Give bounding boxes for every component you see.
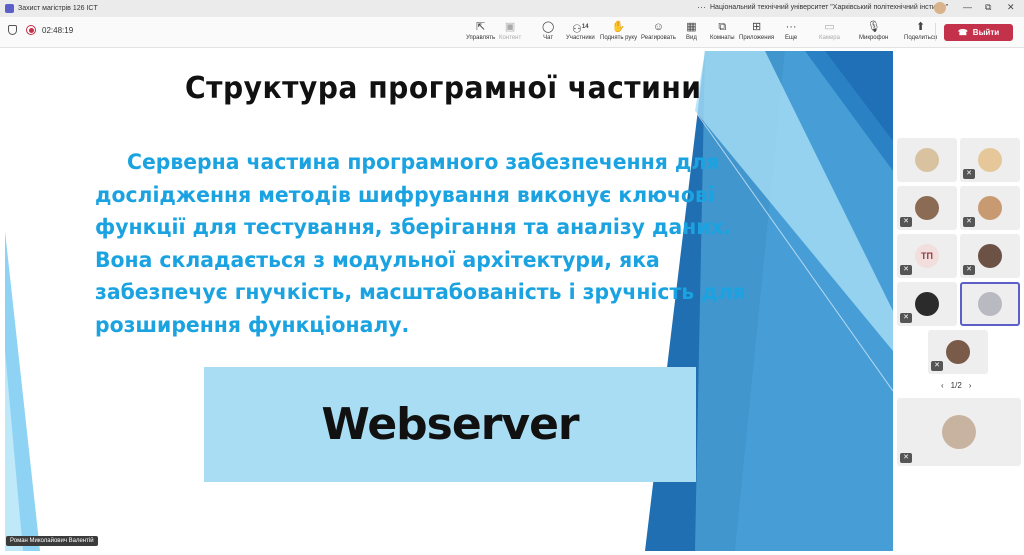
slide-body-text: Серверна частина програмного забезпеченн… [95, 150, 746, 337]
organization-name: Національний технічний університет "Харк… [710, 4, 949, 11]
shield-icon[interactable] [8, 25, 17, 35]
account-avatar[interactable] [934, 2, 946, 14]
mic-muted-icon: ✕ [963, 217, 975, 227]
more-options-icon[interactable]: ··· [697, 2, 706, 12]
participant-tile[interactable] [897, 138, 957, 182]
share-button[interactable]: ⬆ Поделиться [904, 21, 937, 41]
participant-tile[interactable]: ✕ [897, 398, 1021, 466]
window-title: Захист магістрів 126 ICT [18, 5, 98, 12]
participant-avatar [978, 292, 1002, 316]
mic-off-icon: 🎙 [866, 21, 881, 33]
chat-icon: ◯ [542, 21, 555, 33]
mic-muted-icon: ✕ [900, 453, 912, 463]
camera-button[interactable]: ▭ Камера [819, 21, 840, 41]
meeting-timer: 02:48:19 [42, 25, 74, 35]
participant-tile[interactable]: ✕ [960, 138, 1020, 182]
chat-button[interactable]: ◯ Чат [542, 21, 554, 41]
view-button[interactable]: ▦ Вид [686, 21, 697, 41]
participant-tile[interactable] [960, 282, 1020, 326]
rooms-icon: ⧉ [718, 21, 727, 33]
participant-initials: ТП [915, 244, 939, 268]
participant-tile[interactable]: ✕ [897, 282, 957, 326]
content-icon: ▣ [504, 21, 516, 33]
page-indicator: 1/2 [950, 381, 962, 390]
raise-hand-button[interactable]: ✋ Поднять руку [600, 21, 637, 41]
mic-muted-icon: ✕ [900, 265, 912, 275]
mic-muted-icon: ✕ [931, 361, 943, 371]
participant-avatar [946, 340, 970, 364]
leave-button[interactable]: ☎ Выйти [944, 24, 1013, 41]
title-bar: Захист магістрів 126 ICT ··· Національни… [0, 0, 1024, 17]
participant-avatar [915, 196, 939, 220]
participant-tile[interactable]: ✕ [928, 330, 988, 374]
cursor-icon: ⇱ [475, 21, 486, 33]
grid-icon: ▦ [686, 21, 697, 33]
phone-icon: ☎ [957, 28, 968, 37]
presenter-name: Роман Миколайович Валентій [6, 536, 98, 546]
close-button[interactable]: ✕ [1007, 2, 1015, 13]
camera-off-icon: ▭ [824, 21, 835, 33]
webserver-label: Webserver [321, 399, 579, 450]
share-icon: ⬆ [915, 21, 926, 33]
meeting-toolbar: 02:48:19 ⇱ Управлять ▣ Контент ◯ Чат ⚇14… [0, 17, 1024, 48]
hand-icon: ✋ [611, 21, 626, 33]
participant-avatar [978, 244, 1002, 268]
shared-slide: Структура програмної частини Серверна ча… [5, 51, 893, 551]
react-button[interactable]: ☺ Реагировать [641, 21, 676, 41]
webserver-box: Webserver [204, 367, 696, 482]
toolbar-divider [935, 23, 936, 41]
content-button[interactable]: ▣ Контент [499, 21, 521, 41]
participant-avatar [978, 196, 1002, 220]
mic-muted-icon: ✕ [963, 265, 975, 275]
participant-tile[interactable]: ✕ [960, 186, 1020, 230]
rooms-button[interactable]: ⧉ Комнаты [710, 21, 735, 41]
ellipsis-icon: ··· [785, 21, 797, 33]
participant-tile[interactable]: ТП ✕ [897, 234, 957, 278]
chevron-right-icon[interactable]: › [969, 381, 972, 390]
minimize-button[interactable]: — [963, 2, 972, 12]
smiley-icon: ☺ [652, 21, 665, 33]
participant-avatar [915, 148, 939, 172]
slide-title: Структура програмної частини [185, 71, 702, 106]
plus-icon: ⊞ [751, 21, 762, 33]
maximize-button[interactable]: ⧉ [985, 2, 991, 13]
participant-avatar [978, 148, 1002, 172]
mic-muted-icon: ✕ [900, 313, 912, 323]
take-control-button[interactable]: ⇱ Управлять [466, 21, 495, 41]
recording-icon [26, 25, 36, 35]
slide-body: Серверна частина програмного забезпеченн… [95, 146, 793, 341]
mic-muted-icon: ✕ [963, 169, 975, 179]
participant-avatar [915, 292, 939, 316]
teams-icon [5, 4, 14, 13]
more-button[interactable]: ··· Еще [785, 21, 797, 41]
participants-button[interactable]: ⚇14 Участники [566, 21, 595, 41]
gallery-pager: ‹ 1/2 › [941, 381, 971, 390]
participants-count: 14 [581, 24, 589, 30]
mic-button[interactable]: 🎙 Микрофон [859, 21, 888, 41]
mic-muted-icon: ✕ [900, 217, 912, 227]
apps-button[interactable]: ⊞ Приложения [739, 21, 774, 41]
participant-tile[interactable]: ✕ [897, 186, 957, 230]
chevron-left-icon[interactable]: ‹ [941, 381, 944, 390]
people-icon: ⚇14 [572, 23, 589, 36]
participant-avatar [942, 415, 976, 449]
participant-tile[interactable]: ✕ [960, 234, 1020, 278]
